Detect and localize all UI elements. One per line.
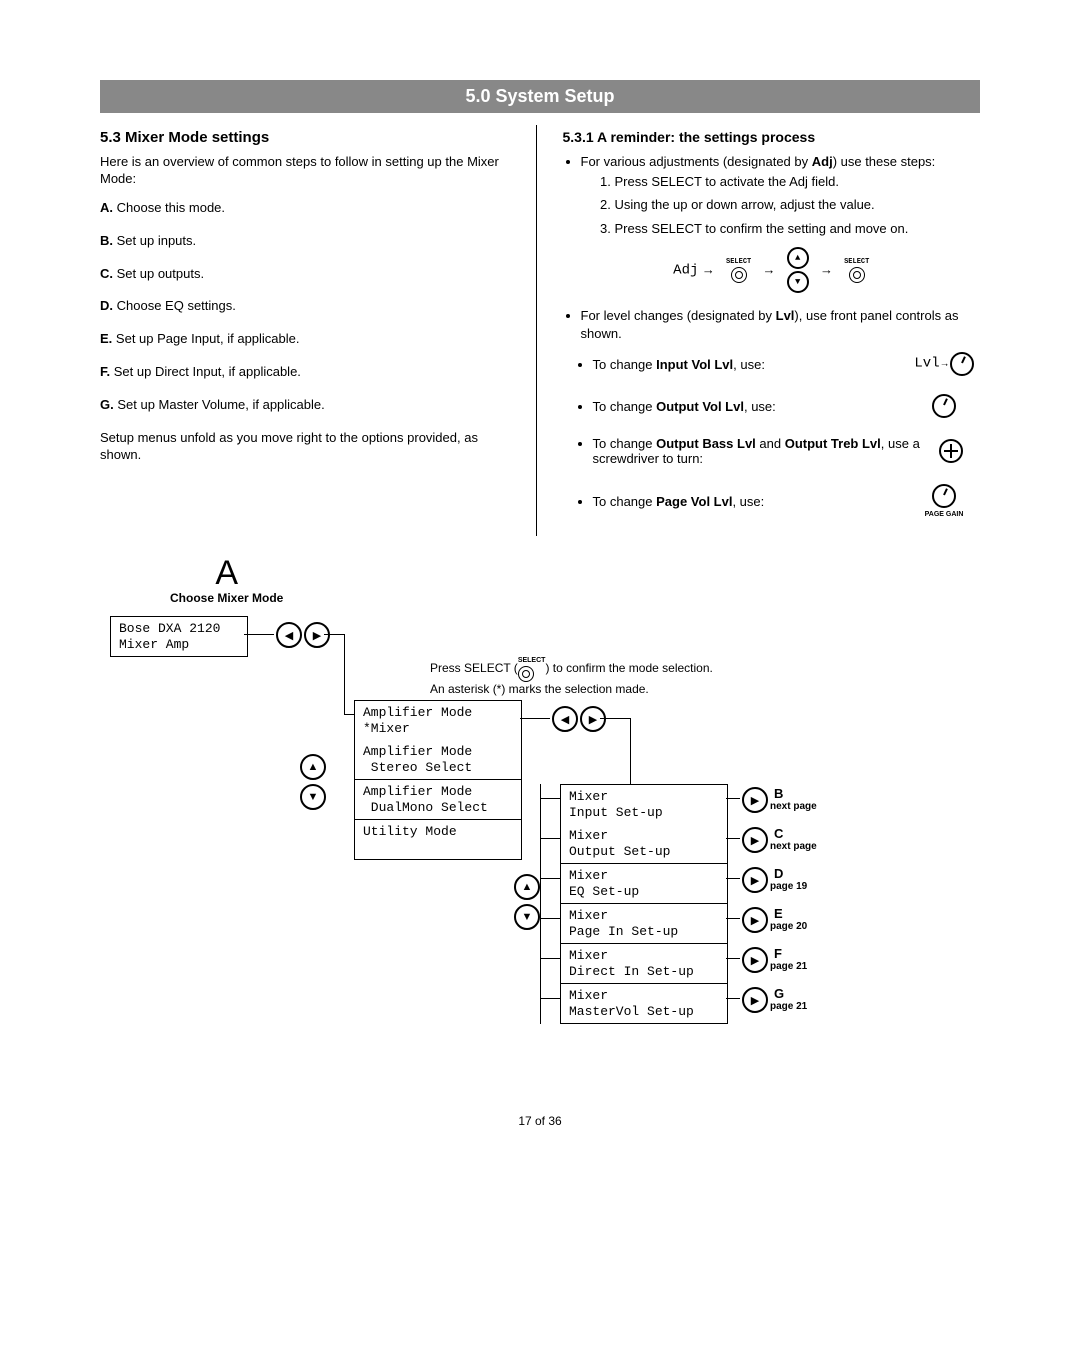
up-arrow-icon: ▲ [787, 247, 809, 269]
down-arrow-icon: ▼ [787, 271, 809, 293]
lcd-mode-stereo: Amplifier Mode Stereo Select [354, 740, 522, 780]
step-text: Choose EQ settings. [117, 298, 236, 313]
up-arrow-icon: ▲ [514, 874, 540, 900]
step-label: B. [100, 233, 113, 248]
select-button-icon [849, 267, 865, 283]
step-text: Set up inputs. [117, 233, 197, 248]
right-column: 5.3.1 A reminder: the settings process F… [557, 125, 981, 536]
step-label: G. [100, 397, 114, 412]
lcd-mixer-menu: MixerInput Set-up [560, 784, 728, 825]
right-arrow-icon: ▶ [742, 827, 768, 853]
lcd-mixer-menu: MixerOutput Set-up [560, 824, 728, 864]
right-arrow-icon: ▶ [742, 987, 768, 1013]
right-arrow-icon: ▶ [742, 907, 768, 933]
lvl-intro: For level changes (designated by Lvl), u… [581, 307, 981, 342]
section-a-letter: A [215, 554, 238, 592]
section-a-label: Choose Mixer Mode [170, 591, 283, 605]
menu-link-label: Epage 20 [770, 906, 807, 932]
select-button-icon [518, 666, 534, 682]
step-text: Set up Master Volume, if applicable. [117, 397, 324, 412]
lvl-item: To change Input Vol Lvl, use: Lvl→ [593, 352, 981, 376]
lvl-item: To change Page Vol Lvl, use: PAGE GAIN [593, 484, 981, 518]
intro-text: Here is an overview of common steps to f… [100, 154, 518, 188]
left-arrow-icon: ◀ [552, 706, 578, 732]
select-button-icon [731, 267, 747, 283]
step-label: D. [100, 298, 113, 313]
outro-text: Setup menus unfold as you move right to … [100, 430, 518, 464]
lvl-item: To change Output Vol Lvl, use: [593, 394, 981, 418]
lcd-mixer-menu: MixerEQ Set-up [560, 864, 728, 904]
up-arrow-icon: ▲ [300, 754, 326, 780]
step-label: F. [100, 364, 110, 379]
menu-link-label: Gpage 21 [770, 986, 807, 1012]
right-arrow-icon: ▶ [742, 947, 768, 973]
left-column: 5.3 Mixer Mode settings Here is an overv… [100, 125, 537, 536]
step-text: Choose this mode. [117, 200, 225, 215]
right-arrow-icon: ▶ [580, 706, 606, 732]
screwdriver-trim-icon [939, 439, 963, 463]
output-vol-knob-icon [932, 394, 956, 418]
step-list: A. Choose this mode. B. Set up inputs. C… [100, 200, 518, 414]
adj-step: Using the up or down arrow, adjust the v… [615, 196, 981, 214]
menu-link-label: Fpage 21 [770, 946, 807, 972]
right-arrow-icon: ▶ [742, 787, 768, 813]
menu-flow-diagram: A Choose Mixer Mode Bose DXA 2120 Mixer … [100, 554, 980, 1074]
heading-5-3: 5.3 Mixer Mode settings [100, 129, 518, 146]
step-text: Set up outputs. [117, 266, 204, 281]
step-text: Set up Page Input, if applicable. [116, 331, 300, 346]
input-vol-knob-icon [950, 352, 974, 376]
select-note: Press SELECT (SELECT) to confirm the mod… [430, 656, 810, 698]
lcd-mixer-menu: MixerMasterVol Set-up [560, 984, 728, 1024]
adj-step: Press SELECT to confirm the setting and … [615, 220, 981, 238]
page-gain-knob-icon [932, 484, 956, 508]
lcd-mode-mixer: Amplifier Mode *Mixer [354, 700, 522, 741]
heading-5-3-1: 5.3.1 A reminder: the settings process [563, 129, 981, 145]
step-label: E. [100, 331, 112, 346]
down-arrow-icon: ▼ [300, 784, 326, 810]
lcd-mixer-menu: MixerDirect In Set-up [560, 944, 728, 984]
step-text: Set up Direct Input, if applicable. [114, 364, 301, 379]
lcd-mode-dualmono: Amplifier Mode DualMono Select [354, 780, 522, 820]
menu-link-label: Bnext page [770, 786, 817, 812]
adj-step: Press SELECT to activate the Adj field. [615, 173, 981, 191]
adj-intro: For various adjustments (designated by A… [581, 153, 981, 237]
lcd-home: Bose DXA 2120 Mixer Amp [110, 616, 248, 657]
menu-link-label: Dpage 19 [770, 866, 807, 892]
adj-sequence-diagram: Adj→ SELECT → ▲ ▼ → SELECT [563, 247, 981, 293]
menu-link-label: Cnext page [770, 826, 817, 852]
right-arrow-icon: ▶ [304, 622, 330, 648]
step-label: A. [100, 200, 113, 215]
lcd-mixer-menu: MixerPage In Set-up [560, 904, 728, 944]
down-arrow-icon: ▼ [514, 904, 540, 930]
right-arrow-icon: ▶ [742, 867, 768, 893]
lvl-item: To change Output Bass Lvl and Output Tre… [593, 436, 981, 466]
page-number: 17 of 36 [100, 1114, 980, 1128]
section-title-bar: 5.0 System Setup [100, 80, 980, 113]
step-label: C. [100, 266, 113, 281]
left-arrow-icon: ◀ [276, 622, 302, 648]
lcd-mode-utility: Utility Mode [354, 820, 522, 860]
